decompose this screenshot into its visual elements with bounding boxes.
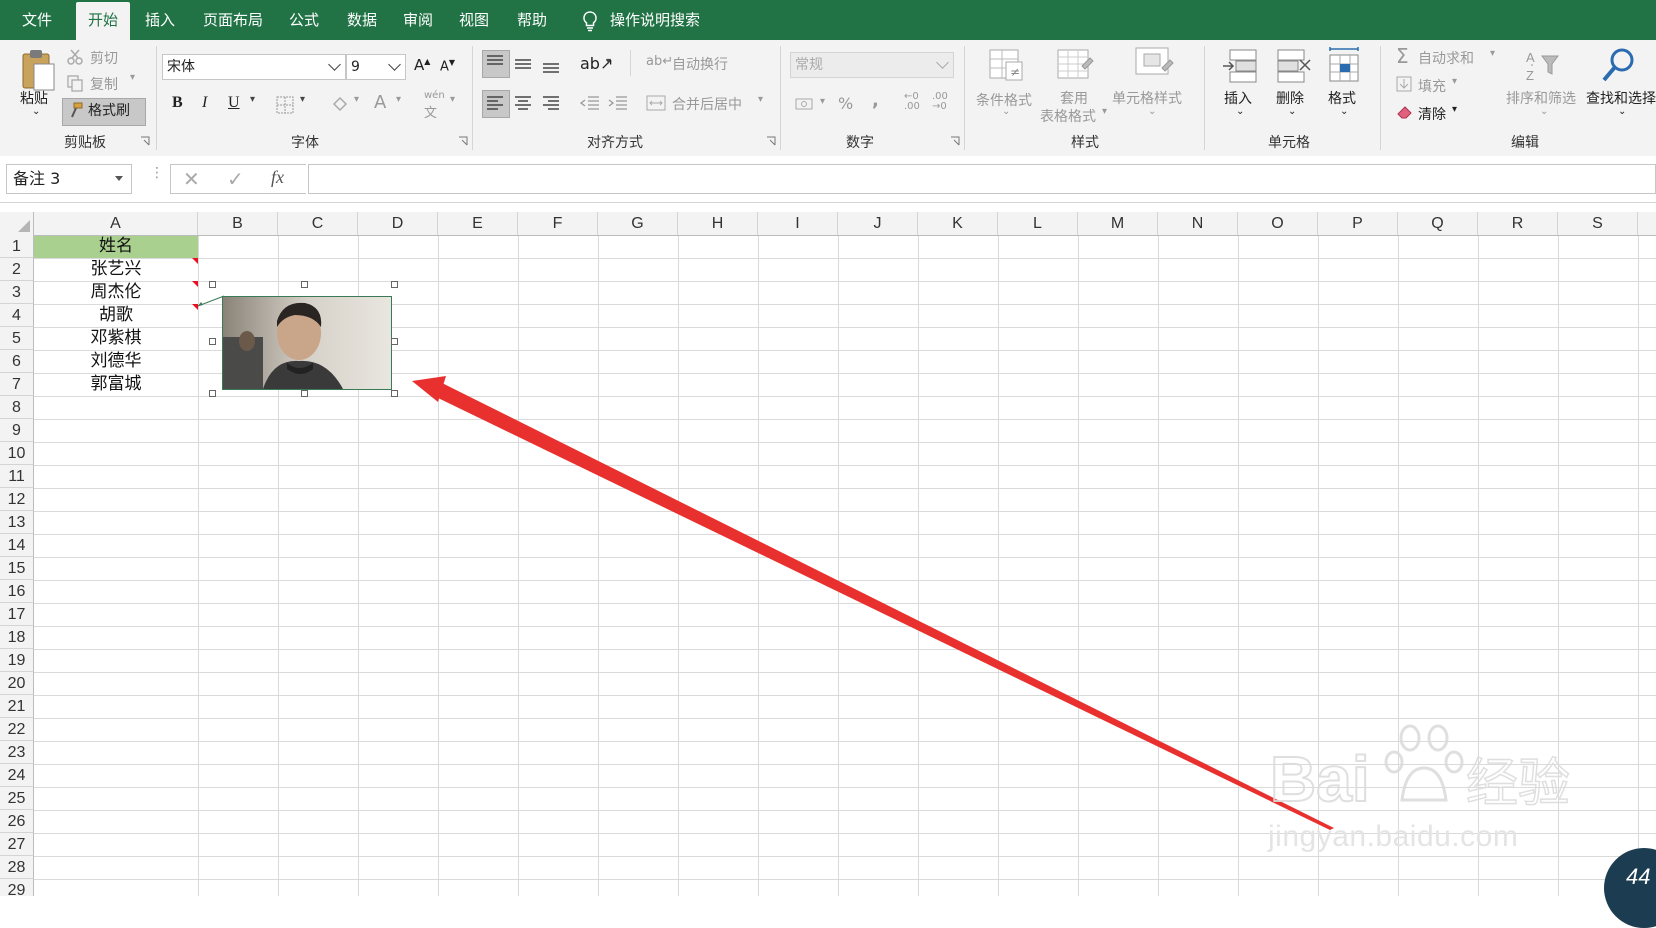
- svg-text:Bai: Bai: [1270, 743, 1370, 815]
- badge-icon: 44: [1626, 864, 1651, 889]
- svg-text:经验: 经验: [1466, 754, 1570, 814]
- watermark-url: jingyan.baidu.com: [1268, 820, 1519, 853]
- baidu-logo: Bai 经验: [1270, 724, 1570, 816]
